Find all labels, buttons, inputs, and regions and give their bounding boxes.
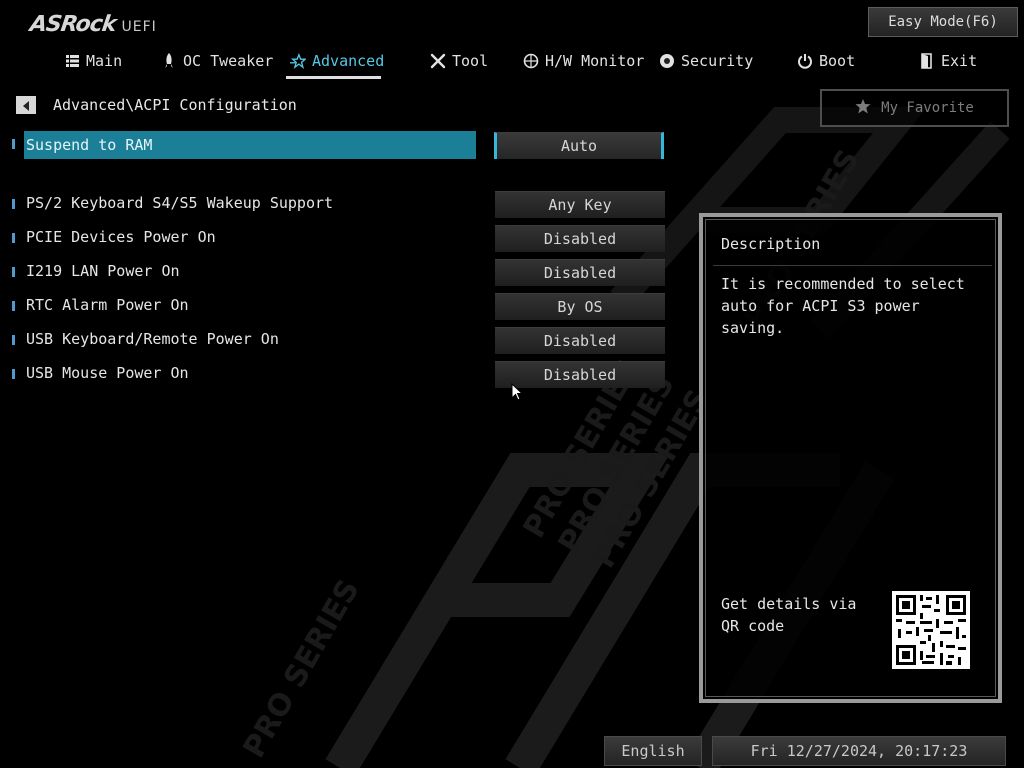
uefi-label: UEFI [121, 19, 157, 35]
setting-row-suspend-to-ram[interactable]: Suspend to RAM Auto [0, 131, 680, 159]
tab-hw-monitor[interactable]: H/W Monitor [523, 46, 644, 76]
setting-row-pcie-power-on[interactable]: PCIE Devices Power On Disabled [0, 225, 680, 252]
row-marker [12, 267, 15, 277]
my-favorite-label: My Favorite [881, 100, 974, 116]
row-marker [12, 233, 15, 243]
setting-row-ps2-wakeup[interactable]: PS/2 Keyboard S4/S5 Wakeup Support Any K… [0, 191, 680, 218]
tab-security-label: Security [681, 52, 754, 70]
row-marker [12, 139, 15, 149]
tab-hw-monitor-label: H/W Monitor [545, 52, 645, 70]
tab-tool[interactable]: Tool [430, 46, 488, 76]
row-marker [12, 301, 15, 311]
tab-boot[interactable]: Boot [797, 46, 855, 76]
setting-value-dropdown[interactable]: Disabled [495, 259, 665, 286]
description-text: It is recommended to select auto for ACP… [721, 275, 965, 337]
description-panel: Description It is recommended to select … [699, 213, 1002, 703]
mouse-cursor-icon [511, 382, 524, 405]
setting-label: PS/2 Keyboard S4/S5 Wakeup Support [26, 194, 334, 212]
tab-tool-label: Tool [452, 52, 489, 70]
setting-value-dropdown[interactable]: Auto [494, 132, 664, 159]
tab-exit[interactable]: Exit [919, 46, 977, 76]
setting-label: PCIE Devices Power On [26, 228, 216, 246]
description-title: Description [721, 235, 821, 253]
back-button[interactable] [16, 96, 36, 114]
setting-label: RTC Alarm Power On [26, 296, 189, 314]
brand-name: ASRock [28, 12, 118, 37]
my-favorite-button[interactable]: My Favorite [820, 89, 1009, 127]
setting-value-dropdown[interactable]: Disabled [495, 327, 665, 354]
setting-label: USB Keyboard/Remote Power On [26, 330, 279, 348]
setting-label: I219 LAN Power On [26, 262, 180, 280]
setting-value-dropdown[interactable]: By OS [495, 293, 665, 320]
exit-door-icon [919, 53, 935, 69]
datetime-display[interactable]: Fri 12/27/2024, 20:17:23 [712, 736, 1006, 766]
tab-main[interactable]: Main [64, 46, 122, 76]
rocket-icon [161, 53, 177, 69]
tab-main-label: Main [86, 52, 123, 70]
tab-advanced-label: Advanced [312, 52, 385, 70]
star-icon [855, 98, 871, 118]
setting-row-lan-power-on[interactable]: I219 LAN Power On Disabled [0, 259, 680, 286]
description-divider [713, 265, 992, 266]
setting-value-dropdown[interactable]: Any Key [495, 191, 665, 218]
active-tab-indicator [286, 76, 381, 79]
wrench-icon [430, 53, 446, 69]
tab-exit-label: Exit [941, 52, 978, 70]
star-icon [290, 53, 306, 69]
row-marker [12, 335, 15, 345]
setting-row-usb-keyboard-power-on[interactable]: USB Keyboard/Remote Power On Disabled [0, 327, 680, 354]
tab-oc-tweaker[interactable]: OC Tweaker [161, 46, 273, 76]
setting-value-dropdown[interactable]: Disabled [495, 225, 665, 252]
power-icon [797, 53, 813, 69]
list-icon [64, 53, 80, 69]
easy-mode-button[interactable]: Easy Mode(F6) [868, 7, 1018, 37]
setting-row-usb-mouse-power-on[interactable]: USB Mouse Power On Disabled [0, 361, 680, 388]
language-button[interactable]: English [604, 736, 702, 766]
row-marker [12, 369, 15, 379]
setting-row-rtc-alarm[interactable]: RTC Alarm Power On By OS [0, 293, 680, 320]
tab-oc-tweaker-label: OC Tweaker [183, 52, 274, 70]
shield-icon [659, 53, 675, 69]
breadcrumb: Advanced\ACPI Configuration [53, 96, 297, 114]
main-tab-bar: Main OC Tweaker Advanced Tool H/W Monito… [0, 46, 1024, 78]
setting-label: USB Mouse Power On [26, 364, 189, 382]
qr-code [892, 591, 970, 669]
qr-caption: Get details via QR code [721, 595, 857, 635]
back-arrow-icon [21, 96, 31, 115]
tab-security[interactable]: Security [659, 46, 753, 76]
monitor-icon [523, 53, 539, 69]
tab-boot-label: Boot [819, 52, 856, 70]
tab-advanced[interactable]: Advanced [290, 46, 384, 76]
row-marker [12, 199, 15, 209]
setting-label: Suspend to RAM [26, 136, 153, 154]
asrock-logo: ASRock UEFI [28, 9, 157, 37]
